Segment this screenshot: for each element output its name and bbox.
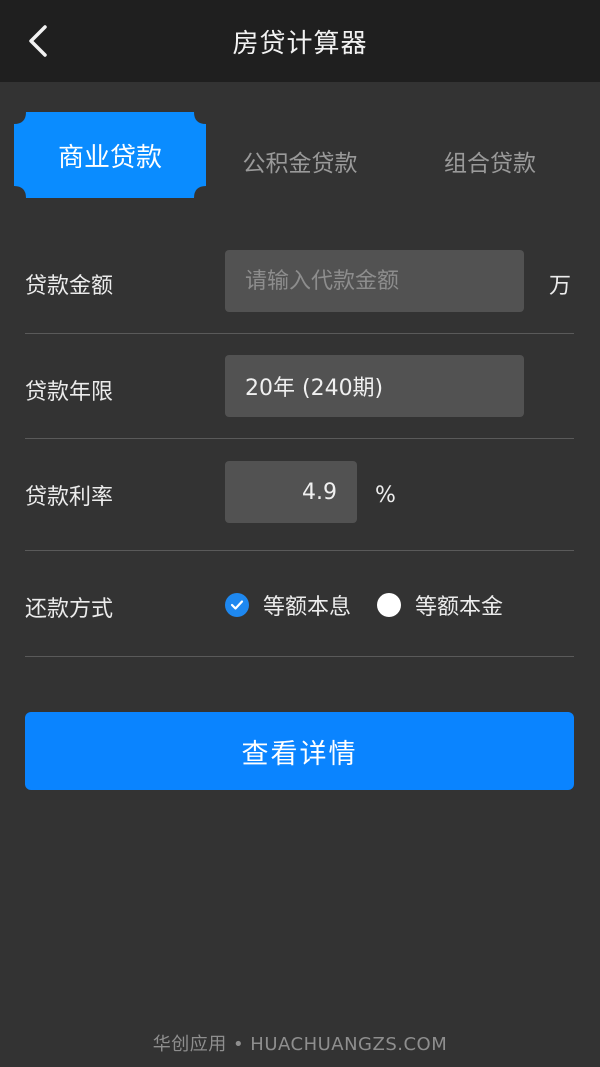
radio-label: 等额本金 <box>415 595 504 620</box>
check-icon <box>230 600 244 610</box>
loan-amount-unit: 万 <box>549 274 572 299</box>
loan-term-label: 贷款年限 <box>25 380 114 405</box>
radio-equal-principal[interactable]: 等额本金 <box>377 589 503 621</box>
loan-amount-input[interactable] <box>225 250 524 312</box>
interest-rate-input[interactable] <box>225 461 357 523</box>
back-button[interactable] <box>18 21 58 61</box>
radio-checked-icon <box>225 593 249 617</box>
view-details-button[interactable]: 查看详情 <box>25 712 574 790</box>
repayment-method-label: 还款方式 <box>25 597 114 622</box>
tab-label: 组合贷款 <box>444 151 536 177</box>
tab-label: 商业贷款 <box>57 142 162 173</box>
loan-term-row: 贷款年限 20年 (240期) <box>25 334 574 439</box>
radio-equal-installment[interactable]: 等额本息 <box>225 589 351 621</box>
app-header: 房贷计算器 <box>0 0 600 82</box>
loan-term-select[interactable]: 20年 (240期) <box>225 355 524 417</box>
loan-term-value: 20年 (240期) <box>245 376 384 401</box>
tab-commercial-loan[interactable]: 商业贷款 <box>14 112 206 198</box>
chevron-left-icon <box>29 25 47 57</box>
interest-rate-row: 贷款利率 % <box>25 439 574 551</box>
tab-label: 公积金贷款 <box>242 151 358 177</box>
repayment-method-row: 还款方式 等额本息 等额本金 <box>25 551 574 657</box>
footer-watermark: 华创应用 • HUACHUANGZS.COM <box>152 1034 448 1055</box>
loan-type-tabs: 商业贷款 公积金贷款 组合贷款 <box>0 112 600 200</box>
interest-rate-label: 贷款利率 <box>25 485 114 510</box>
loan-amount-label: 贷款金额 <box>25 274 114 299</box>
loan-amount-row: 贷款金额 万 <box>25 228 574 334</box>
radio-unchecked-icon <box>377 593 402 617</box>
tab-housing-fund-loan[interactable]: 公积金贷款 <box>212 118 388 204</box>
tab-combined-loan[interactable]: 组合贷款 <box>400 118 580 204</box>
page-title: 房贷计算器 <box>232 28 368 59</box>
radio-label: 等额本息 <box>263 595 352 620</box>
repayment-method-options: 等额本息 等额本金 <box>225 589 529 621</box>
interest-rate-unit: % <box>375 483 396 508</box>
